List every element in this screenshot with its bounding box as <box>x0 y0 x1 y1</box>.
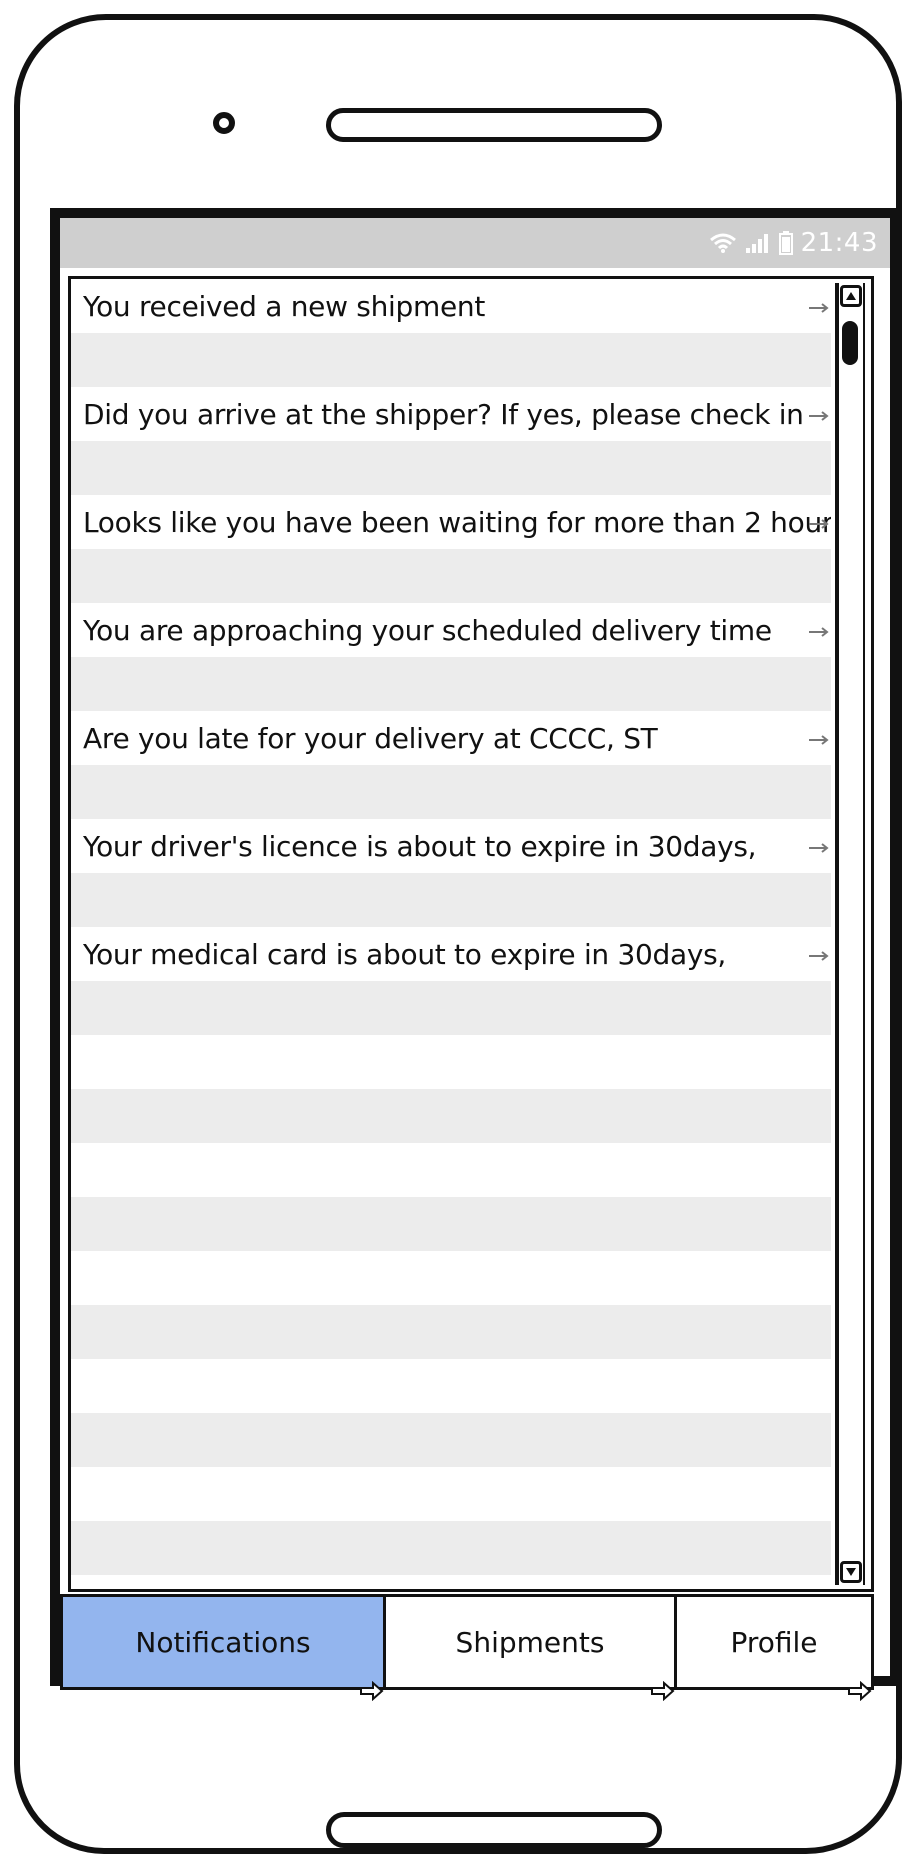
notification-item[interactable]: You are approaching your scheduled deliv… <box>71 603 831 657</box>
speaker-grille <box>326 108 662 142</box>
caret-down-icon <box>846 1568 856 1576</box>
empty-list-row <box>71 1305 831 1359</box>
screen: 21:43 You received a new shipment Did you… <box>50 208 900 1702</box>
link-arrow-icon[interactable] <box>807 300 831 324</box>
signal-icon <box>745 232 771 254</box>
list-separator-row <box>71 657 831 711</box>
notification-text: You are approaching your scheduled deliv… <box>83 613 772 647</box>
status-time: 21:43 <box>800 228 878 258</box>
empty-list-row <box>71 1089 831 1143</box>
notification-item[interactable]: Are you late for your delivery at CCCC, … <box>71 711 831 765</box>
notification-item[interactable]: You received a new shipment <box>71 279 831 333</box>
scroll-down-button[interactable] <box>840 1561 862 1583</box>
camera-icon <box>213 112 235 134</box>
link-arrow-icon <box>847 1675 873 1702</box>
list-separator-row <box>71 333 831 387</box>
empty-list-row <box>71 1575 831 1589</box>
notification-text: Did you arrive at the shipper? If yes, p… <box>83 397 804 431</box>
home-button[interactable] <box>326 1812 662 1848</box>
link-arrow-icon[interactable] <box>807 732 831 756</box>
list-separator-row <box>71 441 831 495</box>
tab-label: Notifications <box>135 1625 311 1659</box>
scroll-thumb[interactable] <box>842 321 858 365</box>
empty-list-row <box>71 1143 831 1197</box>
notification-item[interactable]: Your medical card is about to expire in … <box>71 927 831 981</box>
empty-list-row <box>71 1251 831 1305</box>
list-separator-row <box>71 981 831 1035</box>
wifi-icon <box>709 232 737 254</box>
notification-text: Your medical card is about to expire in … <box>83 937 726 971</box>
empty-list-row <box>71 1521 831 1575</box>
battery-icon <box>778 231 793 255</box>
notification-list: You received a new shipment Did you arriv… <box>71 279 831 1589</box>
tab-shipments[interactable]: Shipments <box>383 1594 677 1702</box>
link-arrow-icon <box>359 1675 385 1702</box>
empty-list-row <box>71 1035 831 1089</box>
tab-label: Profile <box>730 1625 818 1659</box>
scrollbar[interactable] <box>835 283 865 1585</box>
notification-text: You received a new shipment <box>83 289 486 323</box>
notification-text: Are you late for your delivery at CCCC, … <box>83 721 658 755</box>
tab-profile[interactable]: Profile <box>674 1594 874 1702</box>
empty-list-row <box>71 1359 831 1413</box>
empty-list-row <box>71 1197 831 1251</box>
link-arrow-icon[interactable] <box>807 948 831 972</box>
notification-item[interactable]: Did you arrive at the shipper? If yes, p… <box>71 387 831 441</box>
caret-up-icon <box>846 292 856 300</box>
link-arrow-icon <box>650 1675 676 1702</box>
empty-list-row <box>71 1467 831 1521</box>
scroll-up-button[interactable] <box>840 285 862 307</box>
empty-list-row <box>71 1413 831 1467</box>
link-arrow-icon[interactable] <box>807 624 831 648</box>
notification-text: Looks like you have been waiting for mor… <box>83 505 831 539</box>
list-separator-row <box>71 873 831 927</box>
notification-item[interactable]: Your driver's licence is about to expire… <box>71 819 831 873</box>
notification-text: Your driver's licence is about to expire… <box>83 829 757 863</box>
tab-notifications[interactable]: Notifications <box>60 1594 386 1702</box>
notification-list-panel: You received a new shipment Did you arriv… <box>68 276 874 1592</box>
bottom-tab-bar: Notifications Shipments Profile <box>60 1594 900 1702</box>
link-arrow-icon[interactable] <box>807 408 831 432</box>
status-bar: 21:43 <box>60 218 890 268</box>
list-separator-row <box>71 765 831 819</box>
notification-item[interactable]: Looks like you have been waiting for mor… <box>71 495 831 549</box>
list-separator-row <box>71 549 831 603</box>
tab-label: Shipments <box>455 1625 605 1659</box>
link-arrow-icon[interactable] <box>807 840 831 864</box>
link-arrow-icon[interactable] <box>807 516 831 540</box>
